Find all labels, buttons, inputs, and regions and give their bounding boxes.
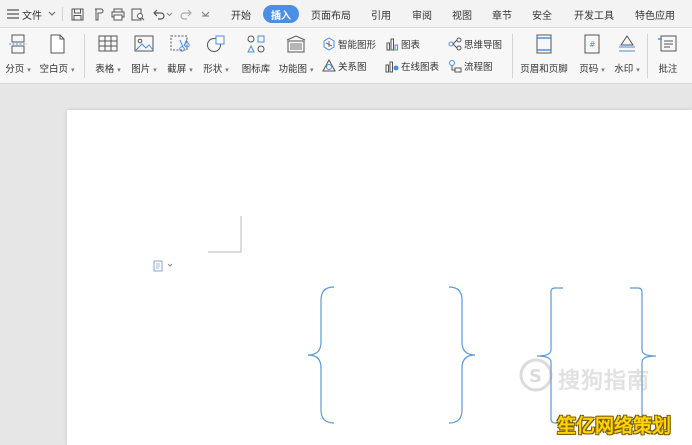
watermark-icon bbox=[616, 34, 638, 54]
page-number-label: 页码 bbox=[579, 64, 599, 75]
flowchart-label: 流程图 bbox=[464, 62, 493, 73]
menu-bar: 文件 开始 插入 页面布局 引用 审阅 视图 章节 安全 开发工具 特色应用 bbox=[0, 0, 692, 28]
divider bbox=[512, 34, 513, 78]
mind-map-icon bbox=[448, 37, 462, 51]
scissors-icon bbox=[169, 34, 191, 54]
header-footer-label: 页眉和页脚 bbox=[520, 64, 568, 75]
function-chart-label: 功能图 bbox=[278, 64, 307, 75]
watermark-button[interactable]: 水印 ▾ bbox=[605, 32, 649, 80]
brand-overlay-text: 笙亿网络策划 bbox=[557, 415, 672, 437]
watermark-label: 水印 bbox=[614, 64, 634, 75]
chevron-down-icon[interactable] bbox=[47, 6, 57, 22]
table-icon bbox=[97, 34, 119, 54]
icon-library-label: 图标库 bbox=[241, 64, 271, 75]
format-painter-icon[interactable] bbox=[90, 6, 106, 22]
tab-review[interactable]: 审阅 bbox=[406, 5, 438, 23]
customize-toolbar-icon[interactable] bbox=[199, 6, 211, 22]
blank-page-button[interactable]: 空白页 ▾ bbox=[35, 32, 79, 80]
shape-label: 形状 bbox=[203, 64, 223, 75]
file-menu[interactable]: 文件 bbox=[22, 0, 48, 28]
flowchart-icon bbox=[448, 59, 462, 73]
header-footer-button[interactable]: 页眉和页脚 bbox=[516, 32, 572, 80]
ribbon-toolbar: 分页 ▾ 空白页 ▾ 表格 ▾ 图片 ▾ 截屏 ▾ 形状 ▾ 图标库 功能图 ▾… bbox=[0, 28, 692, 84]
chevron-down-icon[interactable] bbox=[165, 6, 173, 22]
svg-text:#: # bbox=[589, 40, 596, 49]
picture-icon bbox=[133, 34, 155, 54]
redo-icon[interactable] bbox=[178, 6, 194, 22]
chart-button[interactable]: 图表 bbox=[385, 36, 420, 52]
page-break-button[interactable]: 分页 ▾ bbox=[0, 32, 40, 80]
relationship-icon bbox=[322, 59, 336, 73]
icon-library-button[interactable]: 图标库 bbox=[234, 32, 278, 80]
page-break-label: 分页 bbox=[5, 64, 25, 75]
relationship-button[interactable]: 关系图 bbox=[322, 58, 367, 74]
file-menu-label: 文件 bbox=[22, 10, 42, 22]
svg-text:S: S bbox=[529, 366, 542, 387]
smart-graphic-label: 智能图形 bbox=[338, 40, 377, 51]
page-number-icon: # bbox=[581, 34, 603, 54]
tab-home[interactable]: 开始 bbox=[224, 5, 258, 23]
comment-button[interactable]: 批注 bbox=[646, 32, 690, 80]
table-label: 表格 bbox=[95, 64, 115, 75]
watermark-logo: S 搜狗指南 bbox=[516, 355, 676, 395]
chart-label: 图表 bbox=[401, 40, 421, 51]
divider bbox=[84, 34, 85, 78]
screenshot-label: 截屏 bbox=[167, 64, 187, 75]
header-footer-icon bbox=[533, 34, 555, 54]
function-chart-button[interactable]: 功能图 ▾ bbox=[274, 32, 318, 80]
comment-label: 批注 bbox=[658, 64, 678, 75]
mind-map-button[interactable]: 思维导图 bbox=[448, 36, 502, 52]
flowchart-button[interactable]: 流程图 bbox=[448, 58, 493, 74]
online-chart-label: 在线图表 bbox=[401, 62, 440, 73]
tab-special-apps[interactable]: 特色应用 bbox=[628, 5, 682, 23]
page-break-icon bbox=[7, 34, 29, 54]
hamburger-menu-icon[interactable] bbox=[5, 6, 21, 22]
divider bbox=[62, 7, 63, 21]
tab-references[interactable]: 引用 bbox=[365, 5, 397, 23]
tab-insert[interactable]: 插入 bbox=[263, 5, 299, 23]
smart-graphic-button[interactable]: 智能图形 bbox=[322, 36, 376, 52]
icon-library-icon bbox=[245, 34, 267, 54]
save-icon[interactable] bbox=[69, 6, 85, 22]
shape-icon bbox=[205, 34, 227, 54]
tab-security[interactable]: 安全 bbox=[526, 5, 558, 23]
online-chart-icon bbox=[385, 59, 399, 73]
print-preview-icon[interactable] bbox=[130, 6, 146, 22]
mind-map-label: 思维导图 bbox=[464, 40, 503, 51]
online-chart-button[interactable]: 在线图表 bbox=[385, 58, 439, 74]
barcode-icon bbox=[285, 34, 307, 54]
bar-chart-icon bbox=[385, 37, 399, 51]
blank-page-label: 空白页 bbox=[39, 64, 68, 75]
print-icon[interactable] bbox=[110, 6, 126, 22]
relationship-label: 关系图 bbox=[338, 62, 367, 73]
watermark-text: 搜狗指南 bbox=[558, 369, 651, 394]
picture-label: 图片 bbox=[131, 64, 151, 75]
shape-button[interactable]: 形状 ▾ bbox=[194, 32, 238, 80]
blank-page-icon bbox=[46, 34, 68, 54]
comment-icon bbox=[657, 34, 679, 54]
tab-page-layout[interactable]: 页面布局 bbox=[306, 5, 356, 23]
smart-graphic-icon bbox=[322, 37, 336, 51]
tab-view[interactable]: 视图 bbox=[446, 5, 478, 23]
tab-developer-tools[interactable]: 开发工具 bbox=[567, 5, 621, 23]
tab-chapter[interactable]: 章节 bbox=[486, 5, 518, 23]
paste-options-icon[interactable] bbox=[152, 259, 176, 272]
